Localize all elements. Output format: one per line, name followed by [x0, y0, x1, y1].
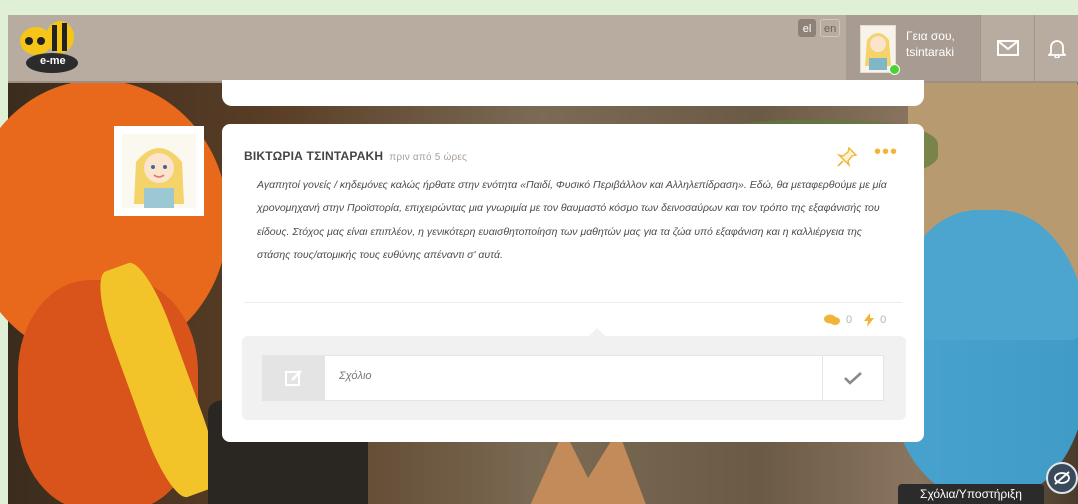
ellipsis-icon: •••	[874, 141, 899, 163]
post-stats: 0 0	[824, 313, 886, 327]
eye-slash-icon	[1054, 471, 1070, 485]
bee-logo-icon	[20, 21, 78, 73]
language-en-button[interactable]: en	[820, 19, 841, 37]
author-name[interactable]: ΒΙΚΤΩΡΙΑ ΤΣΙΝΤΑΡΑΚΗ	[244, 149, 383, 163]
comments-icon[interactable]	[824, 314, 840, 326]
user-greeting: Γεια σου, tsintaraki	[906, 28, 955, 60]
more-options-button[interactable]: •••	[874, 142, 898, 162]
post-body-text: Αγαπητοί γονείς / κηδεμόνες καλώς ήρθατε…	[257, 179, 887, 261]
avatar-girl-icon	[134, 148, 184, 208]
author-avatar-image	[122, 134, 196, 208]
top-header: e-me el en Γεια σου, tsintaraki	[8, 15, 1078, 83]
edit-icon	[285, 370, 302, 386]
pushpin-icon	[836, 146, 858, 168]
online-status-dot	[889, 64, 900, 75]
feedback-tab[interactable]: Σχόλια/Υποστήριξη	[898, 484, 1044, 504]
post-divider	[244, 302, 902, 303]
user-menu[interactable]: Γεια σου, tsintaraki	[846, 15, 980, 81]
comments-count: 0	[846, 314, 853, 326]
checkmark-icon	[844, 372, 862, 385]
lightning-icon[interactable]	[864, 313, 875, 327]
page-frame: e-me el en Γεια σου, tsintaraki ΒΙΚΤΩΡΙΑ…	[0, 0, 1078, 504]
envelope-icon	[997, 40, 1019, 56]
edit-icon-box	[263, 356, 325, 400]
pin-button[interactable]	[836, 146, 858, 173]
likes-count: 0	[880, 314, 887, 326]
previous-post-card	[222, 80, 924, 106]
feedback-toggle-button[interactable]	[1046, 462, 1078, 494]
post-card: ΒΙΚΤΩΡΙΑ ΤΣΙΝΤΑΡΑΚΗ πριν από 5 ώρες ••• Α…	[222, 124, 924, 442]
submit-comment-button[interactable]	[822, 356, 883, 400]
comment-input[interactable]: Σχόλιο	[339, 370, 372, 382]
comment-form: Σχόλιο	[262, 355, 884, 401]
post-header: ΒΙΚΤΩΡΙΑ ΤΣΙΝΤΑΡΑΚΗ πριν από 5 ώρες	[244, 149, 467, 163]
user-avatar	[860, 25, 900, 75]
notifications-button[interactable]	[1034, 15, 1078, 81]
author-avatar[interactable]	[114, 126, 204, 216]
greeting-text: Γεια σου,	[906, 29, 955, 43]
e-me-logo[interactable]: e-me	[14, 19, 90, 77]
language-el-button[interactable]: el	[798, 19, 816, 37]
bell-icon	[1048, 40, 1066, 58]
comment-section: Σχόλιο	[242, 328, 906, 420]
logo-text: e-me	[40, 55, 66, 67]
username: tsintaraki	[906, 45, 955, 59]
post-timestamp: πριν από 5 ώρες	[389, 152, 468, 163]
messages-button[interactable]	[980, 15, 1035, 81]
